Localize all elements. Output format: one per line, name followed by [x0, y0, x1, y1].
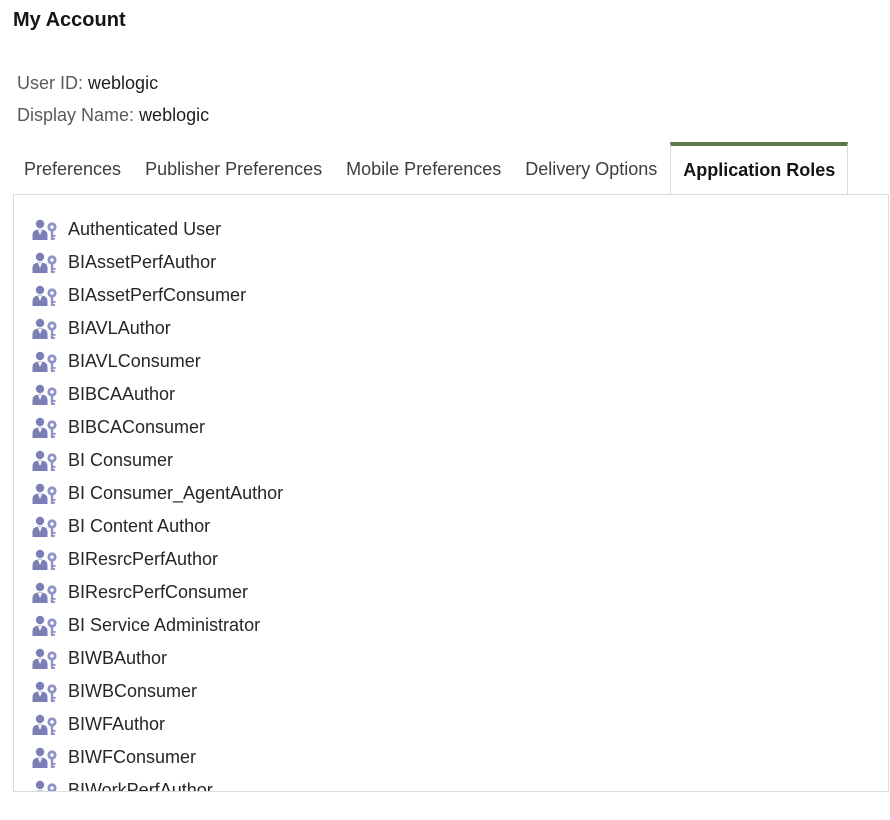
user-role-icon — [32, 450, 57, 471]
user-role-icon — [32, 714, 57, 735]
user-id-value: weblogic — [88, 73, 159, 93]
page-title: My Account — [13, 9, 126, 31]
user-role-icon — [32, 252, 57, 273]
role-label: BI Consumer_AgentAuthor — [68, 483, 284, 503]
role-item: BI Consumer — [32, 444, 283, 477]
user-role-icon — [32, 648, 57, 669]
role-label: BI Content Author — [68, 516, 211, 536]
display-name-row: Display Name: weblogic — [17, 105, 209, 126]
application-roles-panel: Authenticated User BIAssetPerfAuthor BIA… — [13, 194, 889, 792]
role-item: BIAssetPerfAuthor — [32, 246, 283, 279]
user-id-label: User ID: — [17, 73, 84, 93]
role-label: BIWBAuthor — [68, 648, 168, 668]
role-item: BIWBAuthor — [32, 642, 283, 675]
role-label: BIAssetPerfAuthor — [68, 252, 217, 272]
role-item: BIWBConsumer — [32, 675, 283, 708]
tab-publisher-preferences[interactable]: Publisher Preferences — [133, 142, 334, 194]
tab-application-roles[interactable]: Application Roles — [670, 142, 849, 194]
role-label: BIResrcPerfAuthor — [68, 549, 219, 569]
role-item: BIBCAAuthor — [32, 378, 283, 411]
role-item: BIAVLConsumer — [32, 345, 283, 378]
user-role-icon — [32, 681, 57, 702]
role-list: Authenticated User BIAssetPerfAuthor BIA… — [32, 213, 283, 792]
role-label: BIAVLConsumer — [68, 351, 201, 371]
role-item: Authenticated User — [32, 213, 283, 246]
role-item: BIResrcPerfAuthor — [32, 543, 283, 576]
role-label: BIAVLAuthor — [68, 318, 171, 338]
role-item: BI Service Administrator — [32, 609, 283, 642]
role-label: BIWFConsumer — [68, 747, 197, 767]
user-role-icon — [32, 318, 57, 339]
role-label: BIWorkPerfAuthor — [68, 780, 213, 792]
display-name-value: weblogic — [139, 105, 210, 125]
tab-bar: Preferences Publisher Preferences Mobile… — [12, 142, 890, 194]
role-item: BI Consumer_AgentAuthor — [32, 477, 283, 510]
role-label: BIBCAAuthor — [68, 384, 176, 404]
role-item: BIResrcPerfConsumer — [32, 576, 283, 609]
role-item: BIAssetPerfConsumer — [32, 279, 283, 312]
tab-divider — [13, 194, 688, 195]
user-role-icon — [32, 417, 57, 438]
role-item: BIWFAuthor — [32, 708, 283, 741]
user-id-row: User ID: weblogic — [17, 73, 158, 94]
user-role-icon — [32, 351, 57, 372]
user-role-icon — [32, 516, 57, 537]
role-label: Authenticated User — [68, 219, 222, 239]
role-label: BIBCAConsumer — [68, 417, 206, 437]
user-role-icon — [32, 285, 57, 306]
user-role-icon — [32, 549, 57, 570]
display-name-label: Display Name: — [17, 105, 135, 125]
role-item: BIBCAConsumer — [32, 411, 283, 444]
user-role-icon — [32, 483, 57, 504]
user-role-icon — [32, 384, 57, 405]
user-role-icon — [32, 219, 57, 240]
user-role-icon — [32, 615, 57, 636]
user-role-icon — [32, 582, 57, 603]
role-label: BIAssetPerfConsumer — [68, 285, 247, 305]
tab-mobile-preferences[interactable]: Mobile Preferences — [334, 142, 513, 194]
role-item: BI Content Author — [32, 510, 283, 543]
role-item: BIWFConsumer — [32, 741, 283, 774]
tab-preferences[interactable]: Preferences — [12, 142, 133, 194]
role-item: BIAVLAuthor — [32, 312, 283, 345]
role-label: BIWBConsumer — [68, 681, 198, 701]
role-label: BIWFAuthor — [68, 714, 166, 734]
user-role-icon — [35, 780, 57, 791]
tab-delivery-options[interactable]: Delivery Options — [513, 142, 669, 194]
role-label: BI Consumer — [68, 450, 174, 470]
tab-divider — [867, 194, 889, 195]
role-label: BI Service Administrator — [68, 615, 261, 635]
role-label: BIResrcPerfConsumer — [68, 582, 249, 602]
user-role-icon — [32, 747, 57, 768]
role-item: BIWorkPerfAuthor — [32, 774, 283, 792]
